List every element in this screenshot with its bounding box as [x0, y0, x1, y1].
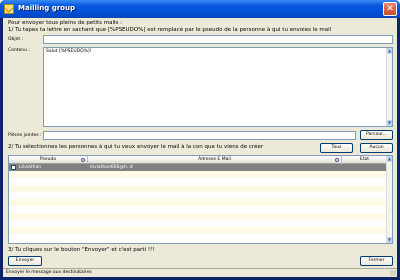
close-button[interactable]: ✕ — [383, 2, 397, 16]
cell-pseudo: Léviathan — [19, 165, 42, 170]
column-header-etat[interactable]: Etat — [342, 156, 388, 164]
table-row[interactable]: Léviathan leviathan666@h..d — [9, 164, 388, 171]
scroll-down-icon[interactable]: ▼ — [387, 120, 392, 126]
search-icon[interactable] — [81, 158, 85, 162]
contenu-textarea[interactable]: Salut [%PSEUDO%]! ▲ ▼ — [43, 47, 393, 127]
empty-row — [9, 220, 388, 227]
instruction-step-2: 2/ Tu sélectionnes les personnes à qui t… — [8, 144, 264, 150]
empty-row — [9, 178, 388, 185]
status-bar: Envoyer le message aux destinataires — [3, 268, 397, 277]
column-header-email[interactable]: Adresse E Mail — [88, 156, 342, 164]
parcourir-button[interactable]: Parcour... — [360, 130, 393, 140]
cell-etat — [342, 164, 388, 171]
contenu-text: Salut [%PSEUDO%]! — [46, 49, 92, 54]
column-header-pseudo[interactable]: Pseudo — [9, 156, 88, 164]
objet-label: Objet : — [8, 37, 24, 42]
column-label-email: Adresse E Mail — [198, 157, 231, 162]
fermer-button[interactable]: Fermer — [360, 256, 393, 266]
empty-row — [9, 234, 388, 241]
status-text: Envoyer le message aux destinataires — [6, 270, 92, 275]
window-client-area: Pour envoyer tous pleins de petits mails… — [3, 18, 397, 277]
mail-icon — [4, 4, 14, 14]
column-label-etat: Etat — [359, 157, 370, 162]
row-checkbox[interactable] — [11, 165, 16, 170]
scroll-up-icon[interactable]: ▲ — [387, 48, 392, 54]
empty-row — [9, 192, 388, 199]
empty-row — [9, 171, 388, 178]
instruction-intro: Pour envoyer tous pleins de petits mails… — [8, 20, 122, 26]
tous-button[interactable]: Tous — [320, 143, 353, 153]
empty-row — [9, 199, 388, 206]
resize-grip-icon[interactable] — [390, 270, 396, 276]
objet-input[interactable] — [43, 35, 393, 44]
scroll-down-icon[interactable]: ▼ — [387, 237, 392, 243]
envoyer-button[interactable]: Envoyer — [8, 256, 42, 266]
empty-row — [9, 227, 388, 234]
column-label-pseudo: Pseudo — [39, 157, 57, 162]
empty-row — [9, 206, 388, 213]
mailing-window: Mailling group ✕ Pour envoyer tous plein… — [0, 0, 400, 280]
table-header: Pseudo Adresse E Mail Etat — [9, 156, 388, 164]
empty-row — [9, 185, 388, 192]
empty-row — [9, 213, 388, 220]
cell-email: leviathan666@h..d — [90, 165, 133, 170]
pieces-jointes-input[interactable] — [43, 131, 356, 140]
aucun-button[interactable]: Aucun — [360, 143, 393, 153]
instruction-step-3: 3/ Tu cliques sur le bouton "Envoyer" et… — [8, 247, 155, 253]
contenu-label: Contenu : — [8, 48, 30, 53]
recipients-table: Pseudo Adresse E Mail Etat Léviathan lev… — [8, 155, 393, 244]
pieces-jointes-label: Pièces jointes : — [8, 133, 42, 138]
title-bar[interactable]: Mailling group ✕ — [0, 0, 400, 18]
scroll-up-icon[interactable]: ▲ — [387, 156, 392, 162]
instruction-step-1: 1/ Tu tapes ta lettre en sachant que [%P… — [8, 27, 332, 33]
table-scrollbar[interactable]: ▲ ▼ — [386, 156, 392, 243]
search-icon[interactable] — [335, 158, 339, 162]
contenu-scrollbar[interactable]: ▲ ▼ — [386, 48, 392, 126]
window-title: Mailling group — [18, 4, 75, 12]
